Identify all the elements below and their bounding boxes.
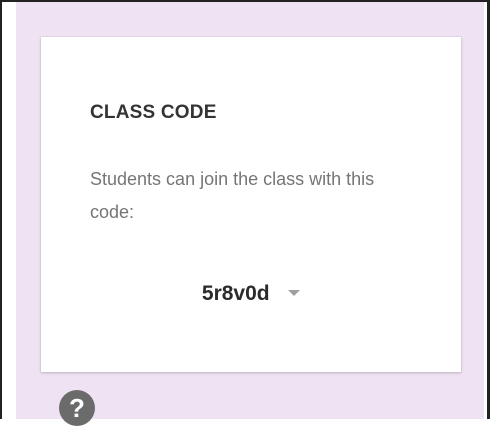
caret-down-icon[interactable] (288, 290, 301, 296)
class-code-title: CLASS CODE (90, 102, 217, 123)
help-icon[interactable]: ? (59, 390, 95, 426)
class-code-description: Students can join the class with this co… (90, 169, 375, 222)
class-code-card: CLASS CODE Students can join the class w… (41, 37, 461, 372)
class-code-selector[interactable]: 5r8v0d (41, 282, 461, 312)
class-code-value[interactable]: 5r8v0d (202, 282, 270, 305)
